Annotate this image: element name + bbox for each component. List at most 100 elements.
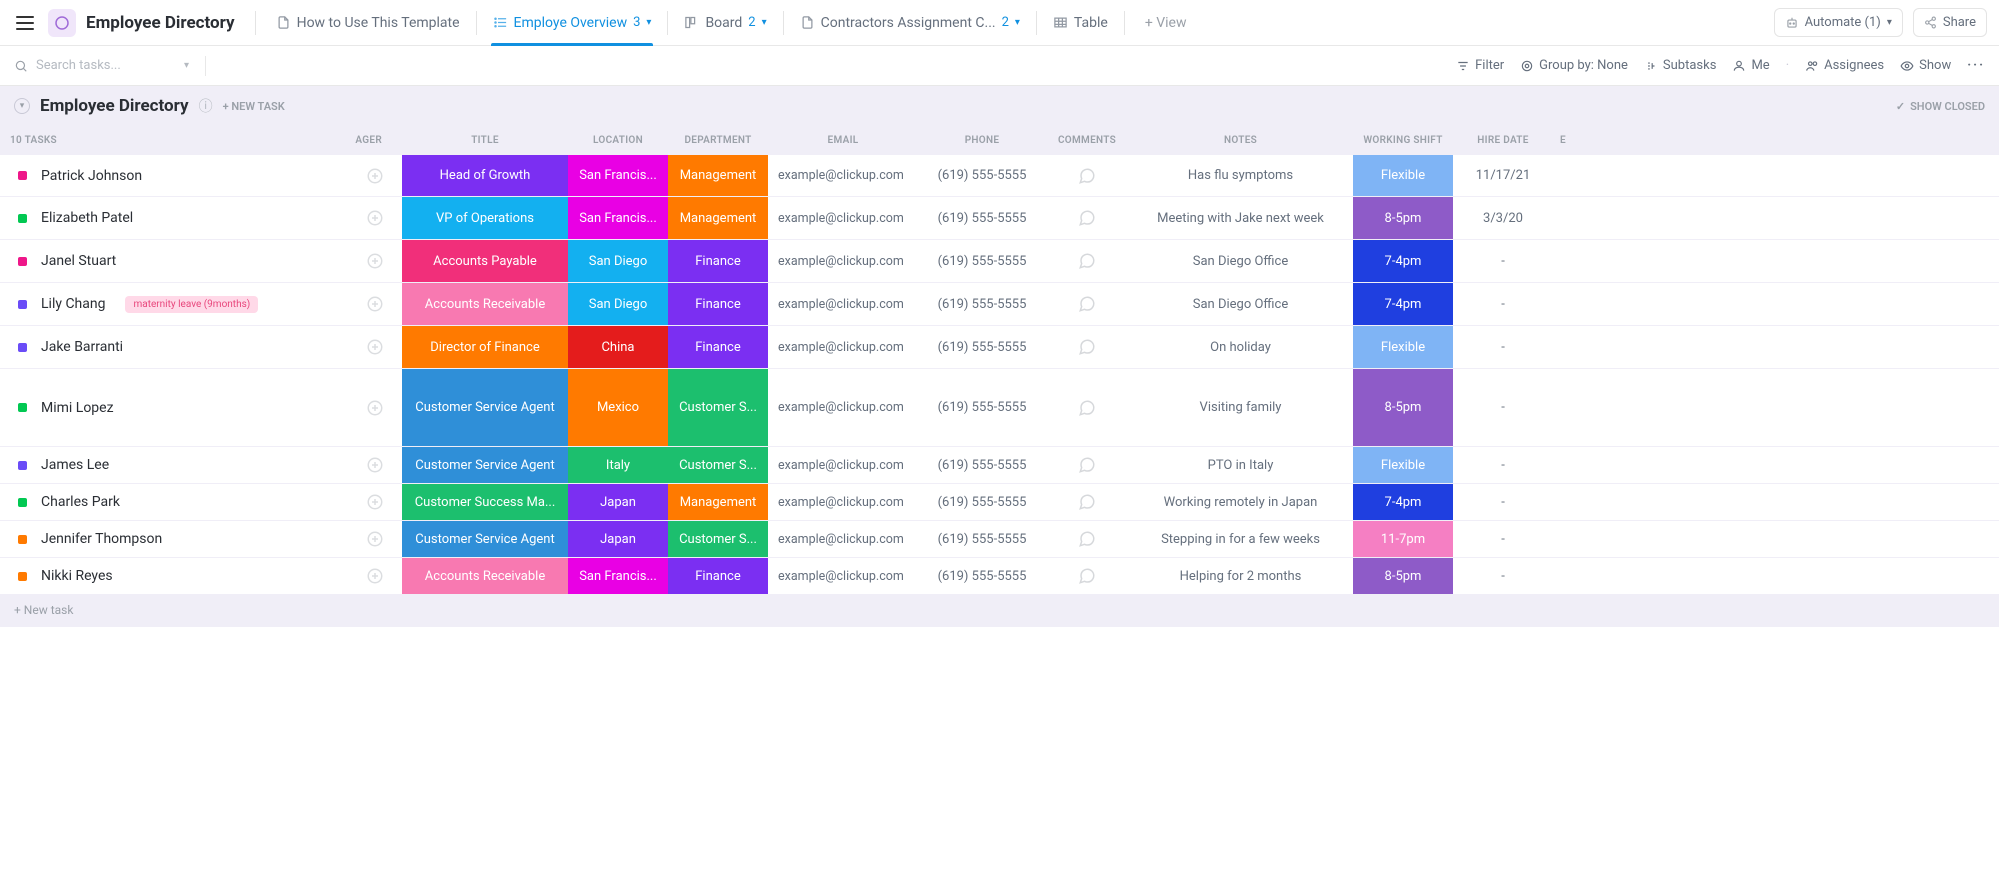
cell-notes[interactable]: Visiting family xyxy=(1128,369,1353,446)
cell-notes[interactable]: PTO in Italy xyxy=(1128,447,1353,483)
task-name[interactable]: Elizabeth Patel xyxy=(41,210,133,226)
cell-comments[interactable] xyxy=(1046,197,1128,239)
view-tab-3[interactable]: Contractors Assignment C...2▾ xyxy=(790,0,1030,46)
comment-icon[interactable] xyxy=(1078,252,1096,270)
cell-notes[interactable]: Helping for 2 months xyxy=(1128,558,1353,594)
task-name[interactable]: James Lee xyxy=(41,457,109,473)
cell-notes[interactable]: San Diego Office xyxy=(1128,283,1353,325)
cell-title[interactable]: Accounts Receivable xyxy=(402,558,568,594)
col-shift[interactable]: WORKING SHIFT xyxy=(1353,135,1453,146)
cell-phone[interactable]: (619) 555-5555 xyxy=(918,369,1046,446)
cell-title[interactable]: Head of Growth xyxy=(402,155,568,196)
cell-department[interactable]: Finance xyxy=(668,558,768,594)
cell-shift[interactable]: 8-5pm xyxy=(1353,558,1453,594)
assignees-button[interactable]: Assignees xyxy=(1805,58,1884,73)
cell-phone[interactable]: (619) 555-5555 xyxy=(918,197,1046,239)
col-comments[interactable]: COMMENTS xyxy=(1046,135,1128,146)
task-name[interactable]: Janel Stuart xyxy=(41,253,116,269)
cell-title[interactable]: Customer Service Agent xyxy=(402,447,568,483)
cell-shift[interactable]: Flexible xyxy=(1353,155,1453,196)
add-view-button[interactable]: + View xyxy=(1135,0,1197,46)
comment-icon[interactable] xyxy=(1078,167,1096,185)
table-row[interactable]: Jennifer ThompsonCustomer Service AgentJ… xyxy=(0,521,1999,558)
cell-email[interactable]: example@clickup.com xyxy=(768,447,918,483)
cell-hire[interactable]: - xyxy=(1453,326,1553,368)
cell-department[interactable]: Management xyxy=(668,155,768,196)
col-phone[interactable]: PHONE xyxy=(918,135,1046,146)
cell-title[interactable]: Director of Finance xyxy=(402,326,568,368)
cell-phone[interactable]: (619) 555-5555 xyxy=(918,447,1046,483)
cell-email[interactable]: example@clickup.com xyxy=(768,283,918,325)
add-subtask-icon[interactable] xyxy=(366,530,384,548)
status-dot[interactable] xyxy=(18,461,27,470)
cell-shift[interactable]: 8-5pm xyxy=(1353,369,1453,446)
view-tab-0[interactable]: How to Use This Template xyxy=(266,0,470,46)
add-subtask-icon[interactable] xyxy=(366,338,384,356)
cell-shift[interactable]: 11-7pm xyxy=(1353,521,1453,557)
cell-hire[interactable]: - xyxy=(1453,484,1553,520)
info-icon[interactable]: ⓘ xyxy=(199,96,213,116)
cell-comments[interactable] xyxy=(1046,521,1128,557)
cell-title[interactable]: Customer Service Agent xyxy=(402,369,568,446)
cell-location[interactable]: Mexico xyxy=(568,369,668,446)
collapse-icon[interactable]: ▾ xyxy=(14,98,30,114)
cell-location[interactable]: San Francis... xyxy=(568,197,668,239)
cell-department[interactable]: Customer S... xyxy=(668,521,768,557)
cell-comments[interactable] xyxy=(1046,447,1128,483)
col-email[interactable]: EMAIL xyxy=(768,135,918,146)
cell-notes[interactable]: Has flu symptoms xyxy=(1128,155,1353,196)
cell-comments[interactable] xyxy=(1046,484,1128,520)
show-button[interactable]: Show xyxy=(1900,58,1951,73)
col-manager[interactable]: AGER xyxy=(355,135,382,146)
cell-department[interactable]: Customer S... xyxy=(668,447,768,483)
cell-phone[interactable]: (619) 555-5555 xyxy=(918,283,1046,325)
cell-email[interactable]: example@clickup.com xyxy=(768,558,918,594)
show-closed-button[interactable]: ✓ SHOW CLOSED xyxy=(1896,100,1985,113)
task-name[interactable]: Charles Park xyxy=(41,494,120,510)
task-name[interactable]: Lily Chang xyxy=(41,296,105,312)
cell-hire[interactable]: 3/3/20 xyxy=(1453,197,1553,239)
cell-shift[interactable]: 8-5pm xyxy=(1353,197,1453,239)
task-tag[interactable]: maternity leave (9months) xyxy=(125,296,258,313)
more-button[interactable]: ··· xyxy=(1967,58,1985,73)
chevron-down-icon[interactable]: ▾ xyxy=(762,17,767,28)
col-department[interactable]: DEPARTMENT xyxy=(668,135,768,146)
table-row[interactable]: Janel StuartAccounts PayableSan DiegoFin… xyxy=(0,240,1999,283)
view-tab-1[interactable]: Employe Overview3▾ xyxy=(483,0,662,46)
status-dot[interactable] xyxy=(18,214,27,223)
comment-icon[interactable] xyxy=(1078,338,1096,356)
comment-icon[interactable] xyxy=(1078,530,1096,548)
cell-comments[interactable] xyxy=(1046,369,1128,446)
cell-comments[interactable] xyxy=(1046,283,1128,325)
share-button[interactable]: Share xyxy=(1913,8,1987,37)
status-dot[interactable] xyxy=(18,171,27,180)
cell-email[interactable]: example@clickup.com xyxy=(768,369,918,446)
comment-icon[interactable] xyxy=(1078,493,1096,511)
me-button[interactable]: Me xyxy=(1732,58,1769,73)
comment-icon[interactable] xyxy=(1078,399,1096,417)
col-title[interactable]: TITLE xyxy=(402,135,568,146)
table-row[interactable]: Charles ParkCustomer Success Ma...JapanM… xyxy=(0,484,1999,521)
cell-title[interactable]: Customer Success Ma... xyxy=(402,484,568,520)
comment-icon[interactable] xyxy=(1078,567,1096,585)
menu-icon[interactable] xyxy=(12,10,38,36)
cell-phone[interactable]: (619) 555-5555 xyxy=(918,240,1046,282)
groupby-button[interactable]: Group by: None xyxy=(1520,58,1628,73)
cell-hire[interactable]: 11/17/21 xyxy=(1453,155,1553,196)
cell-location[interactable]: Italy xyxy=(568,447,668,483)
table-row[interactable]: Elizabeth PatelVP of OperationsSan Franc… xyxy=(0,197,1999,240)
cell-hire[interactable]: - xyxy=(1453,521,1553,557)
add-subtask-icon[interactable] xyxy=(366,167,384,185)
cell-shift[interactable]: Flexible xyxy=(1353,447,1453,483)
task-name[interactable]: Jake Barranti xyxy=(41,339,123,355)
add-subtask-icon[interactable] xyxy=(366,209,384,227)
task-name[interactable]: Patrick Johnson xyxy=(41,168,142,184)
cell-email[interactable]: example@clickup.com xyxy=(768,484,918,520)
cell-comments[interactable] xyxy=(1046,558,1128,594)
list-title[interactable]: Employee Directory xyxy=(40,96,189,116)
table-row[interactable]: James Lee Customer Service AgentItalyCust… xyxy=(0,447,1999,484)
subtasks-button[interactable]: Subtasks xyxy=(1644,58,1717,73)
cell-shift[interactable]: 7-4pm xyxy=(1353,240,1453,282)
add-subtask-icon[interactable] xyxy=(366,295,384,313)
cell-comments[interactable] xyxy=(1046,155,1128,196)
